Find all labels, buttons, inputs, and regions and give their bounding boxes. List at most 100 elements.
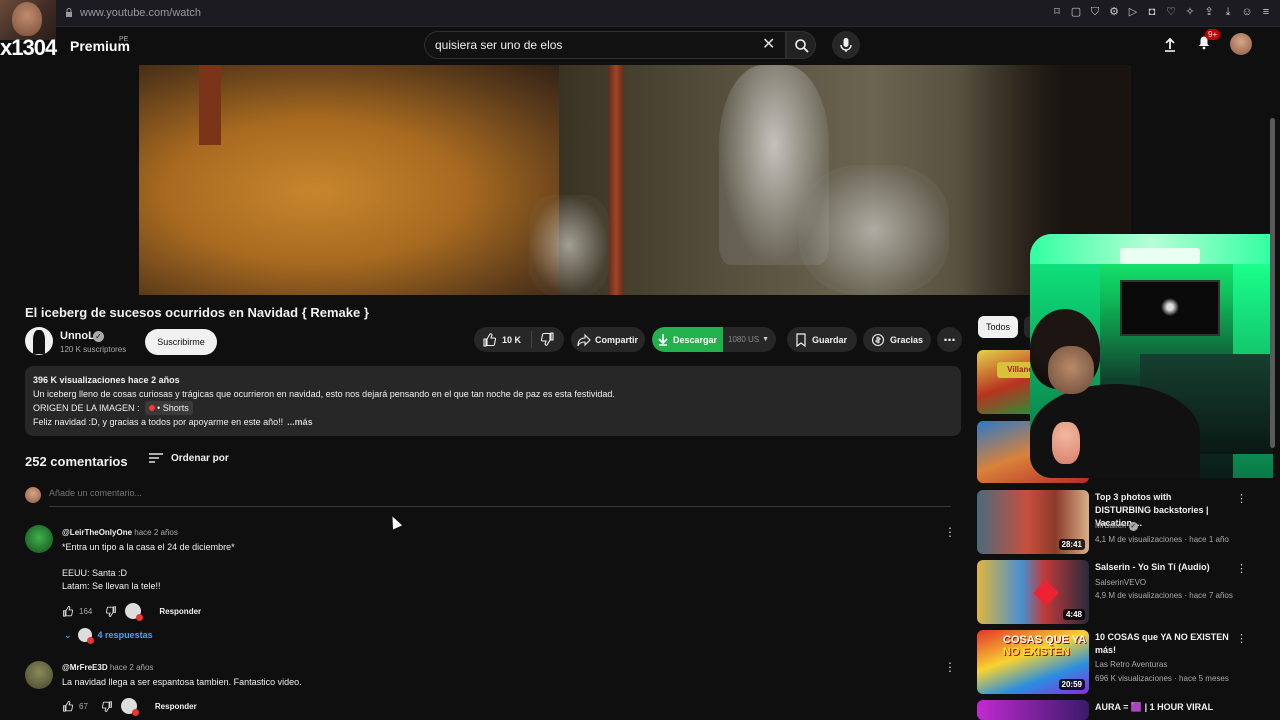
recommendation-channel[interactable]: MrBallen ✓ <box>1095 521 1138 531</box>
recommendation-thumbnail[interactable]: COSAS QUE YA NO EXISTEN 20:59 <box>977 630 1089 694</box>
mouse-cursor <box>387 514 403 530</box>
like-button[interactable]: 10 K <box>474 331 532 348</box>
thumbs-down-icon[interactable] <box>101 700 113 712</box>
video-title: El iceberg de sucesos ocurridos en Navid… <box>25 305 369 320</box>
comment-menu-icon[interactable]: ⋮ <box>944 660 956 674</box>
download-quality[interactable]: 1080 US <box>723 335 759 344</box>
thumbs-up-icon[interactable] <box>62 700 73 712</box>
clear-search-icon[interactable]: ✕ <box>762 37 775 53</box>
view-replies-button[interactable]: ⌄ 4 respuestas <box>64 628 153 644</box>
heart-icon <box>1033 580 1059 606</box>
dislike-button[interactable] <box>532 331 555 348</box>
account-icon[interactable]: ☺ <box>1241 6 1253 18</box>
chevron-down-icon[interactable]: ▼ <box>762 336 769 343</box>
video-detail <box>529 195 609 295</box>
user-avatar <box>25 487 41 503</box>
voice-search-button[interactable] <box>832 31 860 59</box>
comment-header: @MrFreE3D hace 2 años <box>62 663 153 672</box>
channel-name[interactable]: UnnoL <box>60 330 95 342</box>
creator-heart-icon <box>125 603 144 621</box>
pocket-icon[interactable]: ◘ <box>1146 6 1158 18</box>
thumbnail-text-line: NO EXISTEN <box>1003 646 1070 658</box>
corner-webcam <box>0 0 56 40</box>
description-text: Feliz navidad :D, y gracias a todos por … <box>33 417 284 427</box>
video-duration: 4:48 <box>1062 609 1085 620</box>
recommendation-menu-icon[interactable]: ⋮ <box>1236 562 1247 575</box>
thumbs-down-icon <box>540 331 554 346</box>
recommendation-title[interactable]: AURA = 🟪 | 1 HOUR VIRAL <box>1095 701 1229 714</box>
save-button[interactable]: Guardar <box>787 327 857 352</box>
description-box[interactable]: 396 K visualizaciones hace 2 años Un ice… <box>25 366 961 436</box>
recommendation-thumbnail[interactable]: 4:48 <box>977 560 1089 624</box>
thumbnail-text-line: COSAS QUE YA <box>1003 634 1087 646</box>
account-avatar[interactable] <box>1230 33 1252 55</box>
share-arrow-icon <box>577 333 591 346</box>
recommendation-thumbnail[interactable] <box>977 700 1089 720</box>
shorts-label: • Shorts <box>157 403 189 413</box>
show-more-link[interactable]: ...más <box>287 417 313 427</box>
search-input[interactable] <box>435 37 755 53</box>
video-detail <box>799 165 949 295</box>
reply-button[interactable]: Responder <box>155 702 197 711</box>
notification-badge: 9+ <box>1205 28 1221 40</box>
download-button[interactable]: Descargar 1080 US ▼ <box>652 327 776 352</box>
video-player[interactable] <box>139 65 1131 295</box>
recommendation-title[interactable]: Salserin - Yo Sin Tí (Audio) <box>1095 561 1229 574</box>
shorts-link[interactable]: • Shorts <box>145 401 193 415</box>
recommendation-title[interactable]: 10 COSAS que YA NO EXISTEN más! <box>1095 631 1229 657</box>
comment-author[interactable]: @LeirTheOnlyOne <box>62 528 132 537</box>
page-scrollbar[interactable] <box>1270 118 1275 448</box>
comments-count: 252 comentarios <box>25 454 128 469</box>
subscribe-button[interactable]: Suscribirme <box>145 329 217 355</box>
comment-actions: 164 Responder <box>62 603 201 621</box>
comment-avatar[interactable] <box>25 525 53 553</box>
tab-icon[interactable]: ▢ <box>1070 6 1082 18</box>
add-comment-input[interactable] <box>49 488 951 507</box>
super-thanks-icon <box>871 333 885 346</box>
logo[interactable]: x1304 <box>0 35 57 61</box>
subscriber-count: 120 K suscriptores <box>60 345 127 354</box>
download-action[interactable]: Descargar <box>652 327 724 352</box>
settings-icon[interactable]: ⚙ <box>1108 6 1120 18</box>
more-horizontal-icon: ⋯ <box>943 332 956 347</box>
menu-icon[interactable]: ≡ <box>1260 6 1272 18</box>
upload-icon[interactable] <box>1162 36 1178 52</box>
creator-avatar <box>77 628 94 644</box>
search-button[interactable] <box>786 31 816 59</box>
share-icon[interactable]: ⇪ <box>1203 6 1215 18</box>
search-icon <box>795 39 809 53</box>
recommendation-menu-icon[interactable]: ⋮ <box>1236 492 1247 505</box>
sort-comments-button[interactable]: Ordenar por <box>149 452 229 464</box>
comment-time[interactable]: hace 2 años <box>110 663 154 672</box>
recommendation-menu-icon[interactable]: ⋮ <box>1236 632 1247 645</box>
description-line: ORIGEN DE LA IMAGEN : • Shorts <box>33 401 953 415</box>
bookmark-icon[interactable]: ⌑ <box>1051 6 1063 18</box>
reply-button[interactable]: Responder <box>159 607 201 616</box>
play-icon[interactable]: ▷ <box>1127 6 1139 18</box>
view-count: 396 K visualizaciones hace 2 años <box>33 375 180 385</box>
heart-icon[interactable]: ♡ <box>1165 6 1177 18</box>
comment-author[interactable]: @MrFreE3D <box>62 663 108 672</box>
recommendation-thumbnail[interactable]: 28:41 <box>977 490 1089 554</box>
notifications-button[interactable]: 9+ <box>1196 28 1221 55</box>
streamer-webcam <box>1030 234 1273 478</box>
thanks-button[interactable]: Gracias <box>863 327 931 352</box>
thumbs-up-icon[interactable] <box>62 605 73 617</box>
youtube-header: x1304 Premium PE ✕ 9+ <box>0 27 1280 65</box>
recommendation-meta: 4,1 M de visualizaciones · hace 1 año <box>1095 535 1229 544</box>
thumbs-down-icon[interactable] <box>106 605 117 617</box>
comment-avatar[interactable] <box>25 661 53 689</box>
recommendation-channel[interactable]: Las Retro Aventuras <box>1095 660 1167 669</box>
comment-menu-icon[interactable]: ⋮ <box>944 525 956 539</box>
puzzle-icon[interactable]: ✧ <box>1184 6 1196 18</box>
shield-icon[interactable]: ⛉ <box>1089 6 1101 18</box>
download-icon[interactable]: ⤓ <box>1222 6 1234 18</box>
filter-chip-all[interactable]: Todos <box>978 316 1018 338</box>
channel-avatar[interactable] <box>25 327 53 355</box>
address-bar[interactable]: www.youtube.com/watch <box>80 7 201 19</box>
more-actions-button[interactable]: ⋯ <box>937 327 962 352</box>
recommendation-channel[interactable]: SalserinVEVO <box>1095 578 1146 587</box>
download-arrow-icon <box>658 333 668 346</box>
share-button[interactable]: Compartir <box>571 327 645 352</box>
comment-time[interactable]: hace 2 años <box>134 528 178 537</box>
